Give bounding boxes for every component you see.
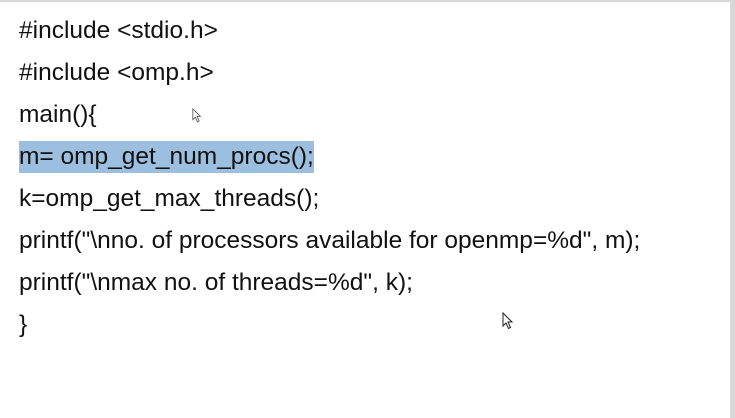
code-line-include-omp: #include <omp.h> bbox=[19, 52, 729, 94]
selected-text[interactable]: m= omp_get_num_procs(); bbox=[19, 141, 314, 173]
code-slide: #include <stdio.h> #include <omp.h> main… bbox=[0, 0, 735, 418]
code-line-text: main(){ bbox=[19, 101, 97, 128]
code-line-text: printf("\nno. of processors available fo… bbox=[19, 227, 641, 254]
code-line-num-procs[interactable]: m= omp_get_num_procs(); bbox=[19, 136, 729, 178]
mouse-pointer-icon bbox=[192, 108, 202, 123]
mouse-pointer-icon bbox=[502, 312, 514, 330]
code-line-text: k=omp_get_max_threads(); bbox=[19, 185, 320, 212]
code-line-include-stdio: #include <stdio.h> bbox=[19, 10, 729, 52]
right-border bbox=[730, 0, 735, 418]
code-line-max-threads: k=omp_get_max_threads(); bbox=[19, 178, 729, 220]
code-block: #include <stdio.h> #include <omp.h> main… bbox=[19, 10, 729, 346]
code-line-main: main(){ bbox=[19, 94, 729, 136]
code-line-text: printf("\nmax no. of threads=%d", k); bbox=[19, 269, 413, 296]
code-line-printf-processors: printf("\nno. of processors available fo… bbox=[19, 220, 729, 262]
top-border bbox=[0, 0, 735, 2]
code-line-closing-brace: } bbox=[19, 304, 729, 346]
code-line-printf-threads: printf("\nmax no. of threads=%d", k); bbox=[19, 262, 729, 304]
code-line-text: #include <stdio.h> bbox=[19, 17, 218, 44]
code-line-text: #include <omp.h> bbox=[19, 59, 214, 86]
code-line-text: } bbox=[19, 311, 28, 338]
